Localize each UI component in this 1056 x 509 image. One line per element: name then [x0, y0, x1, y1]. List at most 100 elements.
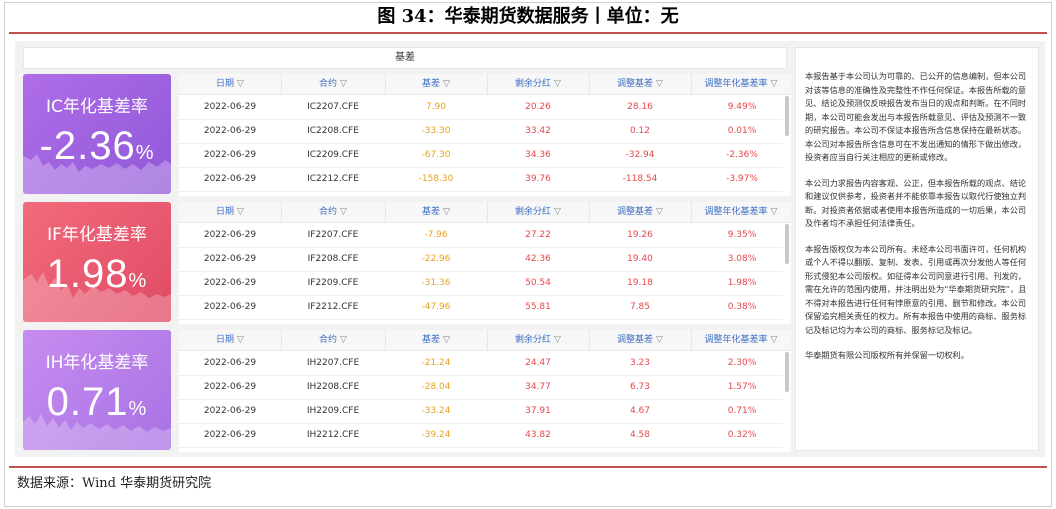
cell-basis: -31.36	[421, 278, 451, 288]
column-header-label: 合约	[319, 207, 338, 217]
column-header-label: 合约	[319, 335, 338, 345]
table-row[interactable]: 2022-06-29 IF2209.CFE -31.36 50.54 19.18 1.98…	[179, 272, 783, 296]
table-row[interactable]: 2022-06-29 IC2207.CFE 7.90 20.26 28.16 9.49%	[179, 96, 783, 120]
column-header-adj-basis[interactable]: 调整基差 ▽	[589, 74, 691, 95]
filter-icon[interactable]: ▽	[656, 74, 663, 95]
disclaimer-paragraph: 本报告版权仅为本公司所有。未经本公司书面许可，任何机构或个人不得以翻版、复制、发…	[805, 243, 1027, 335]
column-header-label: 日期	[216, 207, 235, 217]
column-divider	[385, 330, 386, 351]
column-header-date[interactable]: 日期 ▽	[179, 330, 281, 351]
cell-contract: IH2212.CFE	[306, 430, 360, 440]
table-scrollbar[interactable]	[785, 96, 789, 136]
table-row[interactable]: 2022-06-29 IH2207.CFE -21.24 24.47 3.23 2.30%	[179, 352, 783, 376]
column-header-dividend[interactable]: 剩余分红 ▽	[487, 330, 589, 351]
column-header-adj-annual-rate[interactable]: 调整年化基差率 ▽	[691, 330, 791, 351]
filter-icon[interactable]: ▽	[554, 74, 561, 95]
ih-card-label: IH年化基差率	[45, 353, 149, 373]
table-row[interactable]: 2022-06-29 IH2209.CFE -33.24 37.91 4.67 0.71%	[179, 400, 783, 424]
column-header-basis[interactable]: 基差 ▽	[385, 330, 487, 351]
table-scrollbar[interactable]	[785, 352, 789, 392]
column-header-adj-annual-rate[interactable]: 调整年化基差率 ▽	[691, 202, 791, 223]
cell-adj-annual-rate: 1.57%	[727, 382, 757, 392]
cell-contract: IH2207.CFE	[306, 358, 360, 368]
figure-title: 图 34：华泰期货数据服务丨单位：无	[377, 6, 679, 27]
cell-adj-annual-rate: 9.35%	[727, 230, 757, 240]
cell-dividend: 20.26	[525, 102, 551, 112]
column-divider	[487, 202, 488, 223]
if-rate-card[interactable]: IF年化基差率 1.98%	[23, 202, 171, 322]
table-row[interactable]: 2022-06-29 IC2208.CFE -33.30 33.42 0.12 0.01%	[179, 120, 783, 144]
filter-icon[interactable]: ▽	[443, 330, 450, 351]
column-divider	[691, 330, 692, 351]
column-header-dividend[interactable]: 剩余分红 ▽	[487, 74, 589, 95]
cell-adj-basis: -118.54	[622, 174, 658, 184]
column-header-label: 调整基差	[617, 335, 654, 345]
ih-card-value: 0.71%	[46, 380, 148, 424]
filter-icon[interactable]: ▽	[656, 330, 663, 351]
column-header-label: 日期	[216, 335, 235, 345]
title-rule	[9, 32, 1047, 34]
column-header-date[interactable]: 日期 ▽	[179, 74, 281, 95]
ic-rate-card[interactable]: IC年化基差率 -2.36%	[23, 74, 171, 194]
cell-dividend: 43.82	[525, 430, 551, 440]
cell-date: 2022-06-29	[203, 358, 257, 368]
filter-icon[interactable]: ▽	[237, 74, 244, 95]
cell-contract: IF2208.CFE	[307, 254, 359, 264]
column-header-label: 剩余分红	[515, 207, 552, 217]
ic-card-label: IC年化基差率	[46, 97, 148, 117]
column-header-contract[interactable]: 合约 ▽	[281, 330, 385, 351]
column-header-contract[interactable]: 合约 ▽	[281, 202, 385, 223]
column-divider	[385, 74, 386, 95]
column-divider	[691, 74, 692, 95]
filter-icon[interactable]: ▽	[443, 74, 450, 95]
ih-rate-card[interactable]: IH年化基差率 0.71%	[23, 330, 171, 450]
filter-icon[interactable]: ▽	[554, 202, 561, 223]
filter-icon[interactable]: ▽	[443, 202, 450, 223]
cell-dividend: 37.91	[525, 406, 551, 416]
cell-contract: IC2212.CFE	[307, 174, 359, 184]
ic-card-value: -2.36%	[39, 124, 155, 168]
table-scrollbar[interactable]	[785, 224, 789, 264]
cell-adj-annual-rate: 2.30%	[727, 358, 757, 368]
column-header-adj-annual-rate[interactable]: 调整年化基差率 ▽	[691, 74, 791, 95]
column-header-label: 基差	[422, 207, 441, 217]
column-header-adj-basis[interactable]: 调整基差 ▽	[589, 330, 691, 351]
filter-icon[interactable]: ▽	[237, 330, 244, 351]
column-header-label: 基差	[422, 79, 441, 89]
cell-adj-annual-rate: 0.71%	[727, 406, 757, 416]
filter-icon[interactable]: ▽	[771, 202, 778, 223]
cell-adj-basis: 4.67	[629, 406, 651, 416]
table-row[interactable]: 2022-06-29 IC2212.CFE -158.30 39.76 -118.54 -…	[179, 168, 783, 192]
column-header-dividend[interactable]: 剩余分红 ▽	[487, 202, 589, 223]
filter-icon[interactable]: ▽	[340, 202, 347, 223]
column-divider	[691, 202, 692, 223]
cell-adj-basis: 7.85	[629, 302, 651, 312]
cell-date: 2022-06-29	[203, 230, 257, 240]
table-row[interactable]: 2022-06-29 IF2212.CFE -47.96 55.81 7.85 0.38%	[179, 296, 783, 320]
column-header-adj-basis[interactable]: 调整基差 ▽	[589, 202, 691, 223]
filter-icon[interactable]: ▽	[554, 330, 561, 351]
column-header-basis[interactable]: 基差 ▽	[385, 202, 487, 223]
column-divider	[487, 74, 488, 95]
cell-contract: IF2207.CFE	[307, 230, 359, 240]
filter-icon[interactable]: ▽	[771, 330, 778, 351]
cell-adj-basis: 6.73	[629, 382, 651, 392]
disclaimer-paragraph: 华泰期货有限公司版权所有并保留一切权利。	[805, 350, 969, 360]
filter-icon[interactable]: ▽	[340, 330, 347, 351]
cell-basis: -33.24	[421, 406, 451, 416]
filter-icon[interactable]: ▽	[656, 202, 663, 223]
filter-icon[interactable]: ▽	[771, 74, 778, 95]
cell-adj-annual-rate: 0.38%	[727, 302, 757, 312]
table-row[interactable]: 2022-06-29 IH2208.CFE -28.04 34.77 6.73 1.57%	[179, 376, 783, 400]
table-row[interactable]: 2022-06-29 IF2207.CFE -7.96 27.22 19.26 9.35%	[179, 224, 783, 248]
cell-contract: IH2209.CFE	[306, 406, 360, 416]
filter-icon[interactable]: ▽	[340, 74, 347, 95]
table-row[interactable]: 2022-06-29 IH2212.CFE -39.24 43.82 4.58 0.32%	[179, 424, 783, 448]
column-header-contract[interactable]: 合约 ▽	[281, 74, 385, 95]
column-header-label: 基差	[422, 335, 441, 345]
table-row[interactable]: 2022-06-29 IC2209.CFE -67.30 34.36 -32.94 -2.…	[179, 144, 783, 168]
column-header-basis[interactable]: 基差 ▽	[385, 74, 487, 95]
table-row[interactable]: 2022-06-29 IF2208.CFE -22.96 42.36 19.40 3.08…	[179, 248, 783, 272]
column-header-date[interactable]: 日期 ▽	[179, 202, 281, 223]
filter-icon[interactable]: ▽	[237, 202, 244, 223]
